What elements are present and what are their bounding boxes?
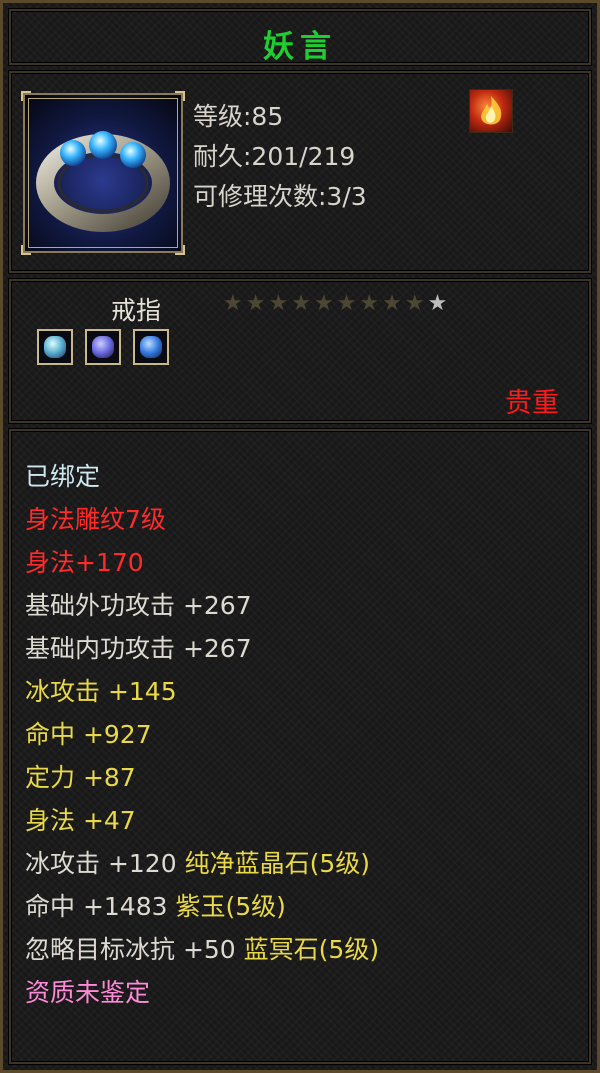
star-icon: ★ bbox=[291, 291, 314, 316]
star-icon: ★ bbox=[404, 291, 428, 316]
ring-graphic bbox=[36, 131, 170, 232]
star-icon: ★ bbox=[313, 291, 337, 316]
gem2-line: 命中 +1483 紫玉(5级) bbox=[25, 885, 379, 928]
aqua-gem-icon bbox=[37, 329, 73, 365]
engrave-bonus: 身法+170 bbox=[25, 548, 144, 577]
purple-gem-icon bbox=[85, 329, 121, 365]
item-name: 妖言 bbox=[263, 29, 337, 65]
hit-stat: 命中 +927 bbox=[25, 720, 152, 749]
gem1-stat: 冰攻击 +120 bbox=[25, 849, 185, 878]
rarity-label: 贵重 bbox=[505, 388, 559, 419]
flame-skill-icon bbox=[469, 89, 513, 133]
concentration-stat: 定力 +87 bbox=[25, 763, 136, 792]
gem2-name: 紫玉(5级) bbox=[175, 892, 286, 921]
ice-attack-stat: 冰攻击 +145 bbox=[25, 677, 177, 706]
base-int-attack: 基础内功攻击 +267 bbox=[25, 634, 252, 663]
star-icon: ★ bbox=[359, 291, 383, 316]
star-icon: ★ bbox=[382, 291, 405, 316]
title-bar: 妖言 bbox=[9, 9, 591, 65]
star-icon: ★ bbox=[427, 291, 451, 316]
agility-stat: 身法 +47 bbox=[25, 806, 136, 835]
type-section: 戒指 ★★★★★★★★★★ 贵重 bbox=[9, 279, 591, 423]
star-icon: ★ bbox=[268, 291, 292, 316]
engrave-level: 身法雕纹7级 bbox=[25, 505, 166, 534]
durability-text: 耐久:201/219 bbox=[193, 142, 356, 171]
item-info-section: 等级:85 耐久:201/219 可修理次数:3/3 bbox=[9, 71, 591, 273]
gem3-name: 蓝冥石(5级) bbox=[243, 935, 380, 964]
gem2-stat: 命中 +1483 bbox=[25, 892, 176, 921]
star-rating: ★★★★★★★★★★ bbox=[223, 291, 450, 316]
repair-count-text: 可修理次数:3/3 bbox=[193, 182, 367, 211]
attribute-list: 已绑定 身法雕纹7级 身法+170 基础外功攻击 +267 基础内功攻击 +26… bbox=[25, 455, 379, 1014]
item-type-label: 戒指 bbox=[111, 296, 162, 325]
star-icon: ★ bbox=[336, 291, 360, 316]
star-icon: ★ bbox=[245, 291, 269, 316]
item-tooltip-panel: 妖言 等级:85 耐久:201/219 可修理次数:3/3 戒指 ★★★★★★★… bbox=[0, 0, 600, 1073]
blue-gem-icon bbox=[133, 329, 169, 365]
gem3-stat: 忽略目标冰抗 +50 bbox=[25, 935, 244, 964]
ring-icon bbox=[21, 91, 185, 255]
gem3-line: 忽略目标冰抗 +50 蓝冥石(5级) bbox=[25, 928, 379, 971]
attribute-section: 已绑定 身法雕纹7级 身法+170 基础外功攻击 +267 基础内功攻击 +26… bbox=[9, 429, 591, 1064]
aptitude-status: 资质未鉴定 bbox=[25, 978, 151, 1007]
gem1-name: 纯净蓝晶石(5级) bbox=[184, 849, 370, 878]
base-ext-attack: 基础外功攻击 +267 bbox=[25, 591, 252, 620]
bound-status: 已绑定 bbox=[25, 462, 101, 491]
level-text: 等级:85 bbox=[193, 102, 284, 131]
gem1-line: 冰攻击 +120 纯净蓝晶石(5级) bbox=[25, 842, 379, 885]
star-icon: ★ bbox=[223, 291, 246, 316]
